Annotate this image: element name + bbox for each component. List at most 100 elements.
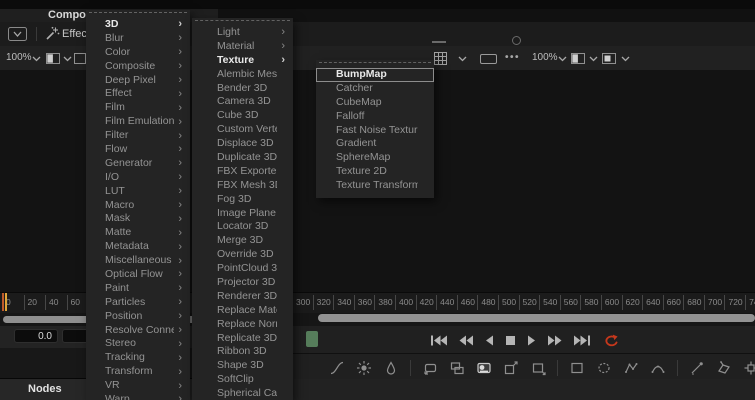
snapshot-icon[interactable] (476, 360, 492, 376)
menu-item[interactable]: Tracking › (86, 351, 190, 365)
menu-item[interactable]: Metadata › (86, 240, 190, 254)
menu-item[interactable]: Projector 3D › (192, 276, 293, 290)
menu-item[interactable]: BumpMap › (316, 68, 434, 82)
tracker-icon[interactable] (743, 360, 755, 376)
menu-item[interactable]: Miscellaneous › (86, 254, 190, 268)
menu-item[interactable]: Shape 3D › (192, 359, 293, 373)
menu-item[interactable]: Effect › (86, 87, 190, 101)
menu-item[interactable]: Filter › (86, 129, 190, 143)
chevron-down-icon[interactable] (621, 56, 630, 62)
go-to-end-button[interactable] (574, 335, 590, 346)
menu-item[interactable]: Replace Material 3D › (192, 304, 293, 318)
menu-item[interactable]: Texture Transform › (316, 179, 434, 193)
ellipse-mask-icon[interactable] (596, 360, 612, 376)
frame-guides-icon[interactable] (480, 54, 497, 64)
planar-tracker-icon[interactable] (716, 360, 732, 376)
menu-item[interactable]: Macro › (86, 199, 190, 213)
menu-item[interactable]: Override 3D › (192, 248, 293, 262)
menu-item[interactable]: Ribbon 3D › (192, 345, 293, 359)
chevron-down-icon[interactable] (589, 56, 598, 62)
menu-item[interactable]: Spherical Camera › (192, 387, 293, 400)
menu-item[interactable]: Fog 3D › (192, 193, 293, 207)
ab-buffer-icon[interactable] (602, 53, 616, 64)
menu-item[interactable]: CubeMap › (316, 96, 434, 110)
go-to-start-button[interactable] (431, 335, 447, 346)
menu-item[interactable]: Stereo › (86, 337, 190, 351)
menu-item[interactable]: Cube 3D › (192, 109, 293, 123)
timeline-scrollbar-thumb[interactable] (318, 314, 755, 322)
blur-icon[interactable] (383, 360, 399, 376)
menu-item[interactable]: Paint › (86, 282, 190, 296)
magic-wand-icon[interactable] (44, 26, 60, 42)
playhead-marker[interactable] (2, 293, 4, 311)
menu-item[interactable]: Image Plane 3D › (192, 207, 293, 221)
layout-dropdown-icon[interactable] (8, 27, 27, 41)
fast-forward-button[interactable] (548, 335, 562, 346)
menu-item[interactable]: Color › (86, 46, 190, 60)
menu-item[interactable]: FBX Mesh 3D › (192, 179, 293, 193)
play-button[interactable] (527, 335, 536, 346)
menu-item[interactable]: I/O › (86, 171, 190, 185)
menu-item[interactable]: Film Emulation › (86, 115, 190, 129)
polygon-mask-icon[interactable] (623, 360, 639, 376)
menu-item[interactable]: Texture › (192, 54, 293, 68)
chevron-down-icon[interactable] (32, 56, 41, 62)
menu-item[interactable]: Custom Vertex 3D › (192, 123, 293, 137)
clip-browser-icon[interactable] (422, 360, 438, 376)
menu-item[interactable]: Particles › (86, 296, 190, 310)
menu-item[interactable]: Matte › (86, 226, 190, 240)
time-value-field[interactable]: 0.0 (14, 329, 58, 343)
menu-item[interactable]: Warp › (86, 393, 190, 400)
menu-item[interactable]: Gradient › (316, 137, 434, 151)
fast-rewind-button[interactable] (459, 335, 473, 346)
menu-item[interactable]: Displace 3D › (192, 137, 293, 151)
menu-item[interactable]: Locator 3D › (192, 220, 293, 234)
merge-icon[interactable] (449, 360, 465, 376)
ab-compare-icon[interactable] (46, 53, 60, 64)
menu-item[interactable]: Merge 3D › (192, 234, 293, 248)
stop-button[interactable] (506, 335, 515, 346)
menu-item[interactable]: Light › (192, 26, 293, 40)
menu-item[interactable]: Optical Flow › (86, 268, 190, 282)
menu-item[interactable]: Camera 3D › (192, 95, 293, 109)
menu-item[interactable]: Deep Pixel › (86, 74, 190, 88)
menu-item[interactable]: VR › (86, 379, 190, 393)
menu-item[interactable]: Bender 3D › (192, 82, 293, 96)
menu-item[interactable]: Replace Normals 3D › (192, 318, 293, 332)
chevron-down-icon[interactable] (558, 56, 567, 62)
menu-item[interactable]: Catcher › (316, 82, 434, 96)
right-viewer-zoom[interactable]: 100% (532, 46, 558, 70)
resize-icon[interactable] (503, 360, 519, 376)
menu-item[interactable]: Alembic Mesh 3D › (192, 68, 293, 82)
menu-item[interactable]: Replicate 3D › (192, 332, 293, 346)
ab-compare-icon[interactable] (571, 53, 585, 64)
bspline-mask-icon[interactable] (650, 360, 666, 376)
chevron-down-icon[interactable] (63, 56, 72, 62)
menu-item[interactable]: PointCloud 3D › (192, 262, 293, 276)
menu-item[interactable]: Texture 2D › (316, 165, 434, 179)
menu-item[interactable]: SphereMap › (316, 151, 434, 165)
menu-item[interactable]: 3D › (86, 18, 190, 32)
menu-item[interactable]: Generator › (86, 157, 190, 171)
menu-item[interactable]: SoftClip › (192, 373, 293, 387)
crop-icon[interactable] (530, 360, 546, 376)
menu-item[interactable]: Fast Noise Texture › (316, 124, 434, 138)
loop-button[interactable] (602, 334, 619, 347)
menu-item[interactable]: Position › (86, 310, 190, 324)
menu-item[interactable]: Falloff › (316, 110, 434, 124)
menu-item[interactable]: Film › (86, 101, 190, 115)
rectangle-mask-icon[interactable] (569, 360, 585, 376)
menu-item[interactable]: Duplicate 3D › (192, 151, 293, 165)
brightness-contrast-icon[interactable] (356, 360, 372, 376)
menu-item[interactable]: Renderer 3D › (192, 290, 293, 304)
left-viewer-zoom[interactable]: 100% (6, 46, 32, 70)
menu-item[interactable]: FBX Exporter › (192, 165, 293, 179)
menu-item[interactable]: Resolve Connect › (86, 324, 190, 338)
viewer-options-icon[interactable]: ••• (505, 46, 520, 70)
menu-item[interactable]: LUT › (86, 185, 190, 199)
render-range-marker[interactable] (5, 293, 7, 311)
menu-item[interactable]: Blur › (86, 32, 190, 46)
grid-snap-icon[interactable] (434, 52, 447, 65)
color-curves-icon[interactable] (329, 360, 345, 376)
channel-view-icon[interactable] (74, 53, 86, 64)
